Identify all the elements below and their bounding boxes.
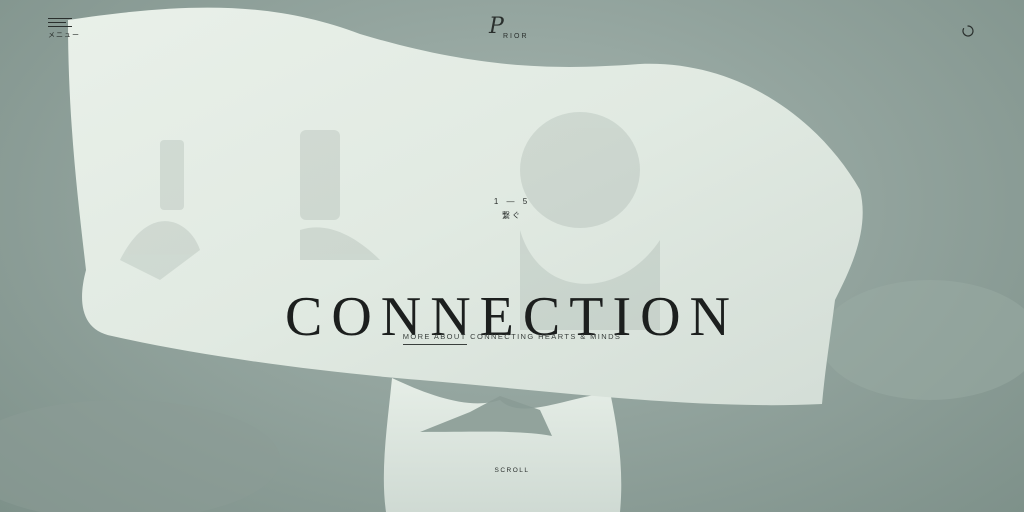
site-logo[interactable]: P RIOR <box>489 16 541 46</box>
page: メニュー P RIOR 1 — 5 繋ぐ CONNECTION MORE ABO… <box>0 0 1024 512</box>
menu-button[interactable]: メニュー <box>48 18 79 40</box>
chapter-number: 1 — 5 <box>493 197 531 206</box>
logo-wordmark: RIOR <box>503 33 529 40</box>
logo-script-letter: P <box>489 14 504 39</box>
chapter-japanese-title: 繋ぐ <box>502 211 522 220</box>
loader-ring-icon <box>962 25 974 37</box>
more-about-link[interactable]: MORE ABOUT CONNECTING HEARTS & MINDS <box>362 332 662 345</box>
scroll-indicator[interactable]: SCROLL <box>462 467 562 474</box>
hero-fabric-artwork <box>0 7 1024 512</box>
menu-label: メニュー <box>48 32 80 39</box>
more-about-link-text: CONNECTING HEARTS & MINDS <box>466 332 622 341</box>
more-about-link-highlight: MORE ABOUT <box>402 332 467 345</box>
hamburger-icon <box>48 18 72 28</box>
